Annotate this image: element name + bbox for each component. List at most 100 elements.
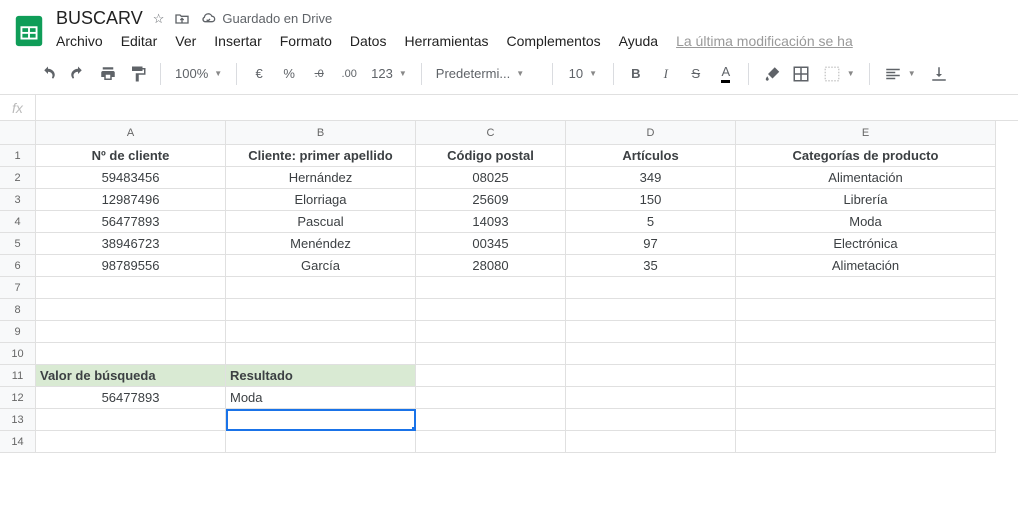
- cell[interactable]: 38946723: [36, 233, 226, 255]
- col-header[interactable]: E: [736, 121, 996, 145]
- cell[interactable]: Código postal: [416, 145, 566, 167]
- cell[interactable]: García: [226, 255, 416, 277]
- col-header[interactable]: D: [566, 121, 736, 145]
- select-all-corner[interactable]: [0, 121, 36, 145]
- increase-decimal-button[interactable]: .00: [337, 62, 361, 86]
- cell[interactable]: [736, 299, 996, 321]
- cell[interactable]: [736, 431, 996, 453]
- row-header[interactable]: 7: [0, 277, 36, 299]
- cell[interactable]: 98789556: [36, 255, 226, 277]
- cell[interactable]: [226, 343, 416, 365]
- last-modified-link[interactable]: La última modificación se ha: [676, 33, 853, 49]
- cell[interactable]: 35: [566, 255, 736, 277]
- cell[interactable]: [226, 277, 416, 299]
- row-header[interactable]: 14: [0, 431, 36, 453]
- star-icon[interactable]: ☆: [153, 11, 165, 27]
- menu-editar[interactable]: Editar: [121, 33, 158, 49]
- cell[interactable]: Moda: [226, 387, 416, 409]
- row-header[interactable]: 4: [0, 211, 36, 233]
- cell[interactable]: [736, 387, 996, 409]
- cell[interactable]: [566, 343, 736, 365]
- italic-button[interactable]: I: [654, 62, 678, 86]
- row-header[interactable]: 3: [0, 189, 36, 211]
- cell[interactable]: Alimentación: [736, 167, 996, 189]
- cell[interactable]: 56477893: [36, 211, 226, 233]
- cell[interactable]: Categorías de producto: [736, 145, 996, 167]
- menu-datos[interactable]: Datos: [350, 33, 387, 49]
- cell[interactable]: Librería: [736, 189, 996, 211]
- zoom-dropdown[interactable]: 100%▼: [171, 66, 226, 81]
- cell[interactable]: [226, 431, 416, 453]
- percent-button[interactable]: %: [277, 62, 301, 86]
- undo-button[interactable]: [36, 62, 60, 86]
- cell[interactable]: [736, 321, 996, 343]
- cell[interactable]: [736, 277, 996, 299]
- cell[interactable]: [736, 409, 996, 431]
- horizontal-align-button[interactable]: ▼: [880, 65, 920, 83]
- cell[interactable]: 5: [566, 211, 736, 233]
- borders-button[interactable]: [789, 62, 813, 86]
- cell[interactable]: Moda: [736, 211, 996, 233]
- bold-button[interactable]: B: [624, 62, 648, 86]
- cell[interactable]: [736, 343, 996, 365]
- cell[interactable]: [416, 277, 566, 299]
- row-header[interactable]: 12: [0, 387, 36, 409]
- row-header[interactable]: 6: [0, 255, 36, 277]
- cell[interactable]: [36, 277, 226, 299]
- row-header[interactable]: 8: [0, 299, 36, 321]
- menu-ver[interactable]: Ver: [175, 33, 196, 49]
- row-header[interactable]: 5: [0, 233, 36, 255]
- cell[interactable]: [36, 409, 226, 431]
- menu-formato[interactable]: Formato: [280, 33, 332, 49]
- fill-color-button[interactable]: [759, 62, 783, 86]
- cell[interactable]: 59483456: [36, 167, 226, 189]
- menu-herramientas[interactable]: Herramientas: [404, 33, 488, 49]
- cell[interactable]: Elorriaga: [226, 189, 416, 211]
- cell[interactable]: 00345: [416, 233, 566, 255]
- cell[interactable]: Alimetación: [736, 255, 996, 277]
- active-cell[interactable]: [226, 409, 416, 431]
- print-button[interactable]: [96, 62, 120, 86]
- col-header[interactable]: C: [416, 121, 566, 145]
- menu-insertar[interactable]: Insertar: [214, 33, 261, 49]
- cell[interactable]: [36, 321, 226, 343]
- move-icon[interactable]: [174, 11, 190, 27]
- row-header[interactable]: 10: [0, 343, 36, 365]
- cell[interactable]: Nº de cliente: [36, 145, 226, 167]
- menu-ayuda[interactable]: Ayuda: [619, 33, 658, 49]
- col-header[interactable]: B: [226, 121, 416, 145]
- decrease-decimal-button[interactable]: .0: [307, 62, 331, 86]
- cell[interactable]: [566, 409, 736, 431]
- cell[interactable]: [416, 365, 566, 387]
- cell[interactable]: Cliente: primer apellido: [226, 145, 416, 167]
- cell[interactable]: Pascual: [226, 211, 416, 233]
- formula-input[interactable]: [36, 95, 1018, 120]
- cell[interactable]: [566, 365, 736, 387]
- cell[interactable]: [416, 343, 566, 365]
- cell[interactable]: 28080: [416, 255, 566, 277]
- text-color-button[interactable]: A: [714, 62, 738, 86]
- cell[interactable]: [566, 321, 736, 343]
- doc-title[interactable]: BUSCARV: [56, 8, 143, 29]
- cell[interactable]: [416, 321, 566, 343]
- cell[interactable]: 25609: [416, 189, 566, 211]
- strikethrough-button[interactable]: S: [684, 62, 708, 86]
- currency-button[interactable]: €: [247, 62, 271, 86]
- cell[interactable]: 08025: [416, 167, 566, 189]
- cell[interactable]: Artículos: [566, 145, 736, 167]
- cell[interactable]: 56477893: [36, 387, 226, 409]
- cell[interactable]: 349: [566, 167, 736, 189]
- menu-complementos[interactable]: Complementos: [506, 33, 600, 49]
- row-header[interactable]: 1: [0, 145, 36, 167]
- row-header[interactable]: 9: [0, 321, 36, 343]
- cell[interactable]: [566, 431, 736, 453]
- cell[interactable]: [736, 365, 996, 387]
- cell[interactable]: 97: [566, 233, 736, 255]
- cell[interactable]: [416, 387, 566, 409]
- font-dropdown[interactable]: Predetermi...▼: [432, 66, 542, 81]
- cell[interactable]: [416, 299, 566, 321]
- vertical-align-button[interactable]: [926, 65, 952, 83]
- more-formats-dropdown[interactable]: 123▼: [367, 66, 411, 81]
- font-size-dropdown[interactable]: 10▼: [563, 66, 603, 81]
- col-header[interactable]: A: [36, 121, 226, 145]
